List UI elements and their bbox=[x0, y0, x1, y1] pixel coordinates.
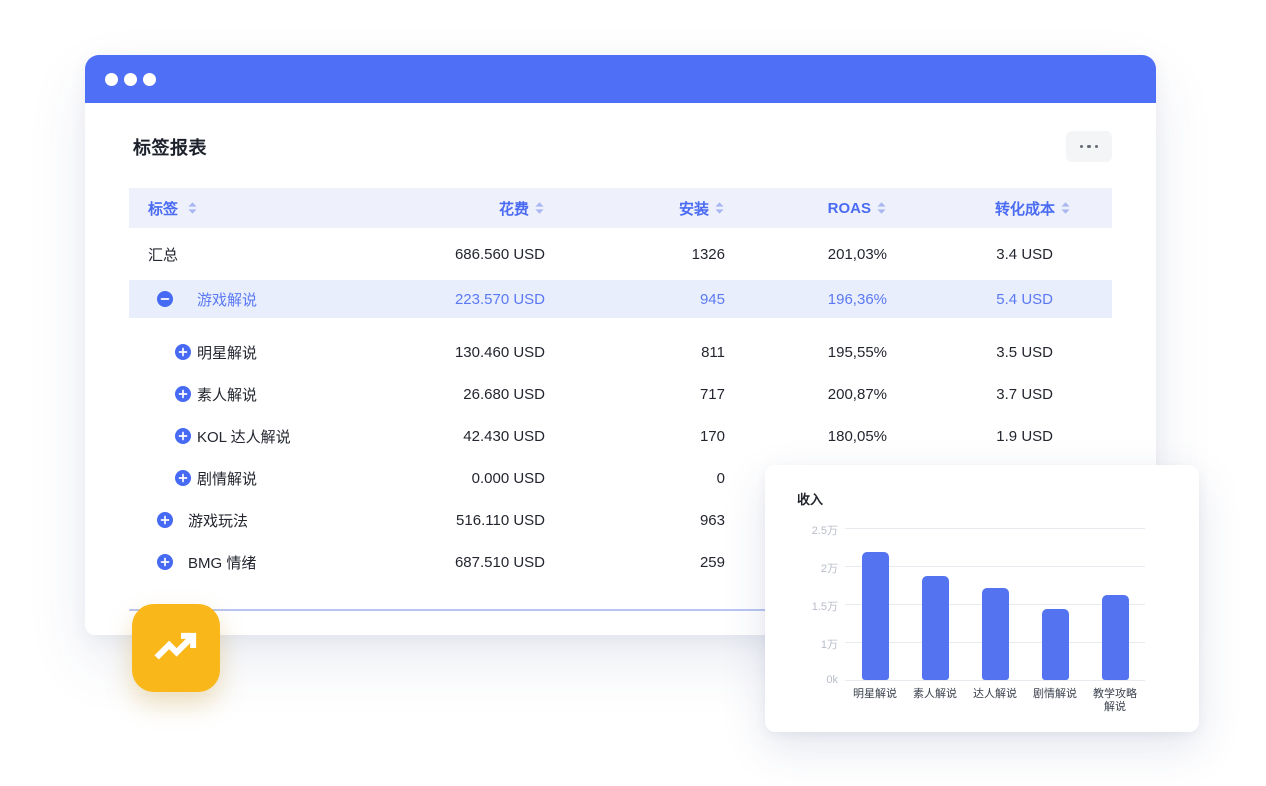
installs-cell: 963 bbox=[545, 512, 725, 529]
sort-icon[interactable] bbox=[714, 201, 725, 215]
column-header[interactable]: ROAS bbox=[725, 200, 887, 217]
revenue-bar-chart: 2.5万2万1.5万1万0k明星解说素人解说达人解说剧情解说教学攻略解说 bbox=[797, 528, 1175, 680]
sort-icon[interactable] bbox=[876, 201, 887, 215]
column-header[interactable]: 标签 bbox=[129, 198, 330, 219]
column-header-label: 安装 bbox=[679, 198, 709, 219]
sort-icon[interactable] bbox=[187, 201, 198, 215]
column-header-label: ROAS bbox=[828, 200, 871, 217]
spend-cell: 42.430 USD bbox=[330, 428, 545, 445]
page-background: 标签报表 标签 花费 安装 bbox=[0, 0, 1266, 786]
collapse-icon[interactable] bbox=[157, 291, 173, 307]
more-dot-icon bbox=[1087, 145, 1091, 149]
installs-cell: 170 bbox=[545, 428, 725, 445]
trending-up-app-icon[interactable] bbox=[132, 604, 220, 692]
row-label: 汇总 bbox=[129, 244, 330, 265]
column-header-label: 转化成本 bbox=[995, 198, 1055, 219]
installs-cell: 0 bbox=[545, 470, 725, 487]
sort-icon[interactable] bbox=[1060, 201, 1071, 215]
cost-cell: 5.4 USD bbox=[887, 291, 1112, 308]
cost-cell: 3.7 USD bbox=[887, 386, 1112, 403]
table-row[interactable]: 素人解说 26.680 USD 717 200,87% 3.7 USD bbox=[129, 373, 1112, 415]
y-tick-label: 0k bbox=[797, 674, 838, 686]
roas-cell: 180,05% bbox=[725, 428, 887, 445]
column-header[interactable]: 转化成本 bbox=[887, 198, 1112, 219]
spend-cell: 223.570 USD bbox=[330, 291, 545, 308]
revenue-chart-card: 收入 2.5万 2万 1.5万 1万 0k 明星解说素人解说达人解说剧情解说教学攻略解说 bbox=[765, 465, 1199, 732]
x-axis-labels: 明星解说素人解说达人解说剧情解说教学攻略解说 bbox=[845, 688, 1145, 714]
window-dot-icon[interactable] bbox=[124, 73, 137, 86]
table-header-row: 标签 花费 安装 ROAS bbox=[129, 188, 1112, 228]
column-header[interactable]: 花费 bbox=[330, 198, 545, 219]
spend-cell: 130.460 USD bbox=[330, 344, 545, 361]
column-header-label: 标签 bbox=[148, 198, 178, 219]
table-row[interactable]: 明星解说 130.460 USD 811 195,55% 3.5 USD bbox=[129, 331, 1112, 373]
window-dot-icon[interactable] bbox=[143, 73, 156, 86]
spend-cell: 0.000 USD bbox=[330, 470, 545, 487]
column-header[interactable]: 安装 bbox=[545, 198, 725, 219]
spend-cell: 686.560 USD bbox=[330, 246, 545, 263]
cost-cell: 3.4 USD bbox=[887, 246, 1112, 263]
expand-icon[interactable] bbox=[157, 554, 173, 570]
spend-cell: 687.510 USD bbox=[330, 554, 545, 571]
row-label: 剧情解说 bbox=[197, 468, 257, 489]
report-card-header: 标签报表 bbox=[129, 131, 1112, 162]
window-dot-icon[interactable] bbox=[105, 73, 118, 86]
gridline bbox=[845, 680, 1145, 681]
table-row[interactable]: KOL 达人解说 42.430 USD 170 180,05% 1.9 USD bbox=[129, 415, 1112, 457]
row-label: 游戏解说 bbox=[197, 289, 257, 310]
cost-cell: 3.5 USD bbox=[887, 344, 1112, 361]
expand-icon[interactable] bbox=[157, 512, 173, 528]
more-dot-icon bbox=[1095, 145, 1099, 149]
spend-cell: 26.680 USD bbox=[330, 386, 545, 403]
table-row[interactable]: 游戏解说 223.570 USD 945 196,36% 5.4 USD bbox=[129, 280, 1112, 318]
revenue-bar[interactable] bbox=[1042, 609, 1069, 680]
more-button[interactable] bbox=[1066, 131, 1112, 162]
expand-icon[interactable] bbox=[175, 470, 191, 486]
y-tick-label: 2万 bbox=[797, 560, 838, 576]
roas-cell: 201,03% bbox=[725, 246, 887, 263]
installs-cell: 811 bbox=[545, 344, 725, 361]
column-header-label: 花费 bbox=[499, 198, 529, 219]
x-tick-label: 明星解说 bbox=[845, 688, 905, 714]
revenue-bar[interactable] bbox=[922, 576, 949, 680]
spend-cell: 516.110 USD bbox=[330, 512, 545, 529]
y-tick-label: 1万 bbox=[797, 636, 838, 652]
page-title: 标签报表 bbox=[129, 134, 207, 160]
window-titlebar bbox=[85, 55, 1156, 103]
x-tick-label: 教学攻略解说 bbox=[1085, 688, 1145, 714]
sort-icon[interactable] bbox=[534, 201, 545, 215]
y-tick-label: 2.5万 bbox=[797, 522, 838, 538]
chart-title: 收入 bbox=[765, 465, 1199, 508]
row-label: 明星解说 bbox=[197, 342, 257, 363]
row-label: KOL 达人解说 bbox=[197, 426, 291, 447]
revenue-bar[interactable] bbox=[982, 588, 1009, 680]
trending-up-icon bbox=[146, 618, 206, 678]
x-tick-label: 剧情解说 bbox=[1025, 688, 1085, 714]
installs-cell: 717 bbox=[545, 386, 725, 403]
more-dot-icon bbox=[1080, 145, 1084, 149]
installs-cell: 945 bbox=[545, 291, 725, 308]
bars-layer bbox=[845, 528, 1145, 680]
revenue-bar[interactable] bbox=[862, 552, 889, 680]
summary-row[interactable]: 汇总 686.560 USD 1326 201,03% 3.4 USD bbox=[129, 228, 1112, 280]
x-tick-label: 素人解说 bbox=[905, 688, 965, 714]
roas-cell: 200,87% bbox=[725, 386, 887, 403]
expand-icon[interactable] bbox=[175, 428, 191, 444]
row-label: 游戏玩法 bbox=[188, 510, 248, 531]
expand-icon[interactable] bbox=[175, 344, 191, 360]
row-label: BMG 情绪 bbox=[188, 552, 256, 573]
expand-icon[interactable] bbox=[175, 386, 191, 402]
x-tick-label: 达人解说 bbox=[965, 688, 1025, 714]
y-tick-label: 1.5万 bbox=[797, 598, 838, 614]
roas-cell: 195,55% bbox=[725, 344, 887, 361]
revenue-bar[interactable] bbox=[1102, 595, 1129, 680]
cost-cell: 1.9 USD bbox=[887, 428, 1112, 445]
roas-cell: 196,36% bbox=[725, 291, 887, 308]
installs-cell: 1326 bbox=[545, 246, 725, 263]
row-label: 素人解说 bbox=[197, 384, 257, 405]
installs-cell: 259 bbox=[545, 554, 725, 571]
